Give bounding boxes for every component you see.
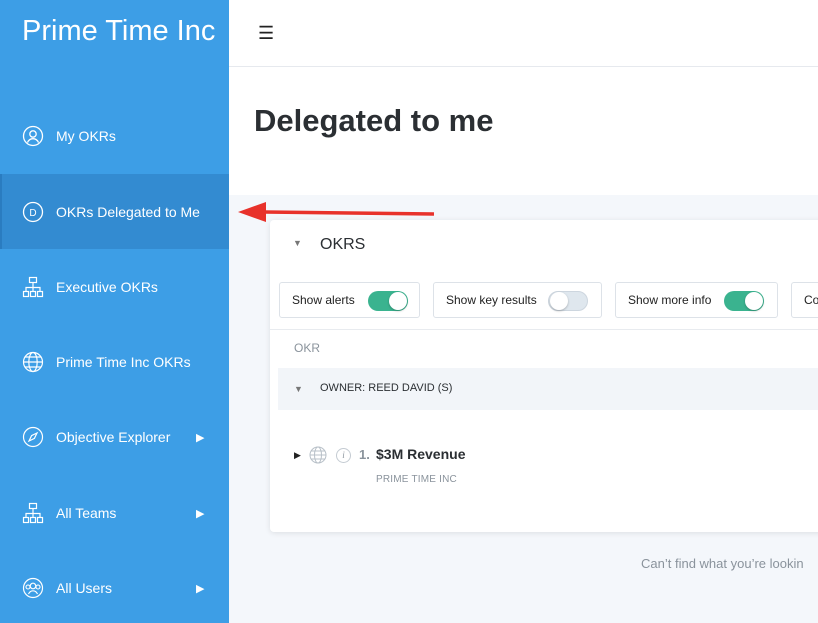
card-title: OKRS (320, 236, 366, 253)
divider (270, 329, 818, 330)
sidebar-item-my-okrs[interactable]: My OKRs (0, 111, 229, 161)
sidebar-item-label: Prime Time Inc OKRs (56, 354, 191, 370)
sidebar-item-all-users[interactable]: All Users ▶ (0, 563, 229, 613)
annotation-arrow-icon (238, 202, 435, 222)
okr-title[interactable]: $3M Revenue (376, 446, 465, 462)
org-chart-icon (22, 276, 44, 298)
sidebar-item-label: Objective Explorer (56, 429, 171, 445)
sidebar-item-objective-explorer[interactable]: Objective Explorer ▶ (0, 412, 229, 462)
svg-text:D: D (29, 208, 36, 219)
page-header: Delegated to me (229, 67, 818, 195)
okr-owner: PRIME TIME INC (376, 474, 457, 485)
users-icon (22, 577, 44, 599)
sidebar-item-executive-okrs[interactable]: Executive OKRs (0, 262, 229, 312)
sidebar-item-label: All Teams (56, 505, 117, 521)
toggle-label: Show alerts (292, 293, 355, 307)
collapse-caret-icon[interactable]: ▼ (293, 238, 302, 248)
globe-icon (309, 446, 327, 464)
toggle-label: Show key results (446, 293, 537, 307)
globe-icon (22, 351, 44, 373)
okrs-card: ▼ OKRS Show alerts Show key results Show… (270, 220, 818, 532)
chevron-right-icon[interactable]: ▶ (196, 431, 204, 444)
toggle-switch[interactable] (724, 291, 764, 311)
toggle-label: Co (804, 293, 818, 307)
footer-hint: Can’t find what you’re lookin (641, 556, 804, 571)
compass-icon (22, 426, 44, 448)
toggle-label: Show more info (628, 293, 712, 307)
column-header-okr: OKR (294, 341, 321, 355)
top-bar: ☰ (229, 0, 818, 67)
toggle-show-alerts[interactable]: Show alerts (279, 282, 420, 318)
sidebar-item-label: My OKRs (56, 128, 116, 144)
brand-name: Prime Time Inc (22, 15, 216, 47)
okr-number: 1. (359, 447, 370, 462)
user-circle-icon (22, 125, 44, 147)
d-circle-icon: D (22, 201, 44, 223)
sidebar-item-prime-time-inc-okrs[interactable]: Prime Time Inc OKRs (0, 337, 229, 387)
sidebar-item-label: Executive OKRs (56, 279, 158, 295)
okr-row: ▶ i 1. $3M Revenue PRIME TIME INC (270, 438, 818, 488)
toggle-switch[interactable] (368, 291, 408, 311)
collapse-caret-icon[interactable]: ▼ (294, 384, 303, 394)
hamburger-menu-icon[interactable]: ☰ (258, 23, 274, 44)
toggle-switch[interactable] (548, 291, 588, 311)
toggle-show-key-results[interactable]: Show key results (433, 282, 602, 318)
sidebar-item-label: OKRs Delegated to Me (56, 203, 200, 220)
card-header[interactable]: ▼ OKRS (270, 220, 818, 270)
sidebar-item-okrs-delegated-to-me[interactable]: D OKRs Delegated to Me (0, 174, 229, 249)
org-chart-icon (22, 502, 44, 524)
chevron-right-icon[interactable]: ▶ (196, 582, 204, 595)
sidebar-item-label: All Users (56, 580, 113, 596)
expand-caret-icon[interactable]: ▶ (294, 450, 301, 461)
toggle-truncated[interactable]: Co (791, 282, 818, 318)
toggle-show-more-info[interactable]: Show more info (615, 282, 778, 318)
page-title: Delegated to me (254, 103, 494, 138)
owner-group-row[interactable]: ▼ OWNER: REED DAVID (S) (278, 368, 818, 410)
sidebar: Prime Time Inc My OKRs D OKRs Delegated … (0, 0, 229, 623)
sidebar-item-all-teams[interactable]: All Teams ▶ (0, 488, 229, 538)
info-icon[interactable]: i (336, 448, 351, 463)
owner-group-label: OWNER: REED DAVID (S) (320, 382, 453, 394)
chevron-right-icon[interactable]: ▶ (196, 507, 204, 520)
